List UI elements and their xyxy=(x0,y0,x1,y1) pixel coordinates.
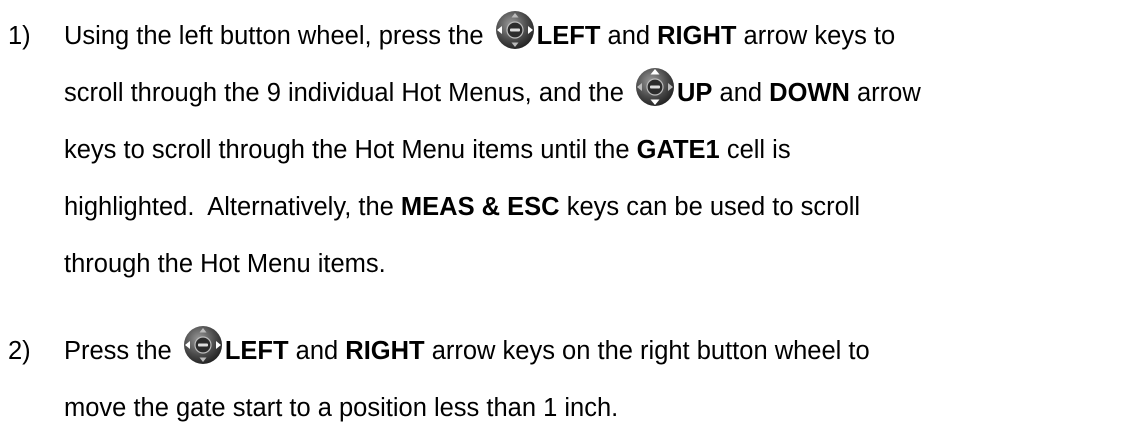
instruction-document: 1) Using the left button wheel, press th… xyxy=(0,0,1146,448)
step-line: Using the left button wheel, press the L… xyxy=(64,8,1144,65)
step-number: 1) xyxy=(8,22,31,50)
step-line: scroll through the 9 individual Hot Menu… xyxy=(64,65,1144,122)
step-line: move the gate start to a position less t… xyxy=(64,394,619,422)
step-line: keys to scroll through the Hot Menu item… xyxy=(64,136,791,164)
button-wheel-left-right-icon xyxy=(183,325,223,365)
step-line: Press the LEFT and RIGHT arrow keys on t… xyxy=(64,323,1144,380)
step-text: Press the LEFT and RIGHT arrow keys on t… xyxy=(64,323,1144,437)
button-wheel-left-right-icon xyxy=(495,10,535,50)
step-number: 2) xyxy=(8,337,31,365)
step-text: Using the left button wheel, press the L… xyxy=(64,8,1144,293)
step-line: through the Hot Menu items. xyxy=(64,250,386,278)
step-line: highlighted. Alternatively, the MEAS & E… xyxy=(64,193,861,221)
button-wheel-up-down-icon xyxy=(635,67,675,107)
